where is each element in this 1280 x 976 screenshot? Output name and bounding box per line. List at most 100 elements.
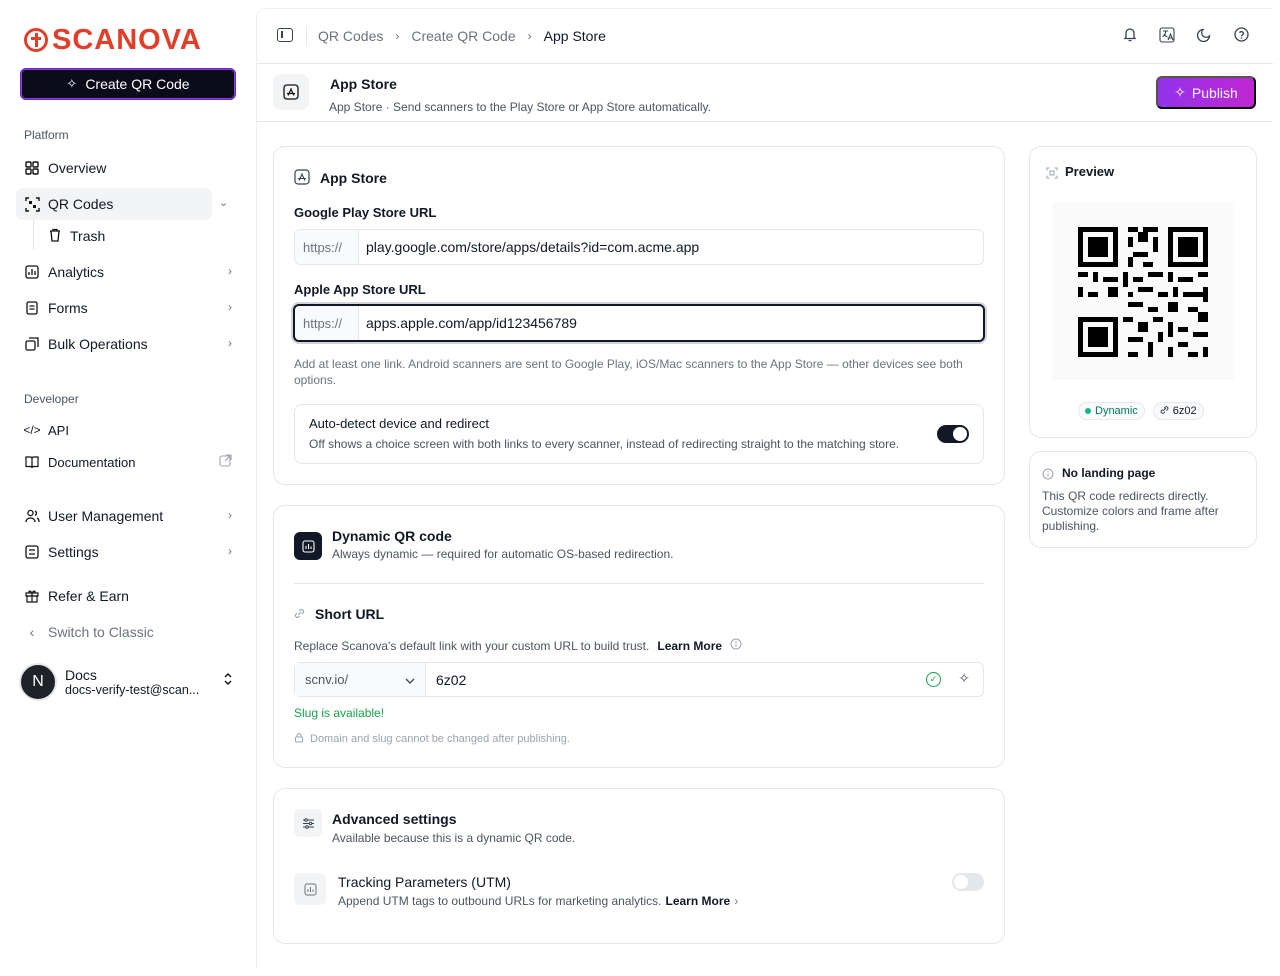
divider [294, 583, 984, 584]
publish-button[interactable]: ✧ Publish [1156, 76, 1256, 109]
sidebar-item-label: Overview [48, 160, 107, 176]
dynamic-badge: Dynamic [1078, 402, 1145, 420]
chevron-right-icon: › [527, 29, 532, 43]
link-icon [1160, 405, 1169, 418]
learn-more-link[interactable]: Learn More [666, 894, 731, 908]
main-content: QR Codes › Create QR Code › App Store Ap… [256, 8, 1273, 969]
sidebar-item-user-management[interactable]: User Management › [16, 500, 240, 532]
short-url-desc-row: Replace Scanova's default link with your… [294, 638, 742, 653]
slug-badge-label: 6z02 [1172, 405, 1197, 417]
switch-to-classic-link[interactable]: ‹ Switch to Classic [16, 616, 240, 648]
google-play-url-input[interactable]: play.google.com/store/apps/details?id=co… [359, 239, 699, 255]
lock-note: Domain and slug cannot be changed after … [310, 733, 570, 745]
slug-value: 6z02 [436, 671, 467, 688]
info-icon [1042, 467, 1054, 483]
qr-chart-icon [294, 532, 322, 560]
auto-detect-toggle[interactable] [937, 425, 969, 443]
user-menu[interactable]: N Docs docs-verify-test@scan... [19, 662, 241, 702]
chevron-right-icon: › [228, 508, 232, 522]
sidebar-item-bulk-operations[interactable]: Bulk Operations › [16, 328, 240, 360]
info-icon[interactable] [730, 638, 742, 653]
help-text: Add at least one link. Android scanners … [294, 357, 963, 387]
platform-label: Platform [24, 128, 69, 142]
page-title: App Store [330, 76, 397, 92]
utm-title: Tracking Parameters (UTM) [338, 874, 511, 890]
create-qr-label: Create QR Code [85, 76, 190, 92]
breadcrumb-current: App Store [543, 28, 606, 44]
sidebar-item-qr-codes[interactable]: QR Codes [16, 188, 212, 220]
chart-icon [294, 873, 326, 905]
status-dot-icon [1085, 408, 1091, 414]
top-bar: QR Codes › Create QR Code › App Store [257, 9, 1273, 64]
sidebar: SCANOVA ✧ Create QR Code Platform Overvi… [0, 0, 256, 976]
apple-store-url-input[interactable]: apps.apple.com/app/id123456789 [359, 315, 577, 331]
google-play-label: Google Play Store URL [294, 205, 437, 220]
brand-logo[interactable]: SCANOVA [24, 24, 202, 56]
check-circle-icon: ✓ [926, 672, 941, 687]
card-title: Advanced settings [332, 811, 457, 827]
moon-icon[interactable] [1196, 27, 1212, 47]
sidebar-toggle-icon[interactable] [277, 28, 293, 42]
sidebar-item-refer-earn[interactable]: Refer & Earn [16, 580, 240, 612]
app-store-card: App Store Google Play Store URL https://… [273, 146, 1005, 485]
breadcrumb-qr-codes[interactable]: QR Codes [318, 28, 383, 44]
sidebar-item-label: API [48, 422, 69, 438]
sidebar-item-label: QR Codes [48, 196, 114, 212]
utm-toggle[interactable] [952, 873, 984, 891]
slug-status: Slug is available! [294, 706, 385, 720]
sub-nav-line [33, 220, 34, 250]
trash-icon [48, 228, 62, 245]
dynamic-badge-label: Dynamic [1095, 405, 1138, 417]
utm-desc: Append UTM tags to outbound URLs for mar… [338, 894, 662, 908]
sidebar-item-api[interactable]: </> API [16, 414, 240, 446]
bell-icon[interactable] [1123, 27, 1137, 47]
divider [306, 26, 307, 46]
domain-select[interactable]: scnv.io/ [295, 663, 426, 696]
chevron-down-icon [405, 672, 415, 687]
chevron-down-icon[interactable]: ⌄ [219, 196, 228, 209]
url-prefix: https:// [295, 306, 359, 340]
sparkle-icon: ✧ [66, 76, 78, 91]
layers-icon [24, 336, 40, 352]
learn-more-link[interactable]: Learn More [657, 639, 722, 653]
google-play-url-field[interactable]: https:// play.google.com/store/apps/deta… [294, 229, 984, 265]
chevron-right-icon: › [734, 894, 739, 908]
user-email: docs-verify-test@scan... [65, 683, 200, 697]
language-icon[interactable] [1159, 27, 1175, 47]
lock-note-row: Domain and slug cannot be changed after … [294, 732, 570, 746]
sparkle-icon[interactable]: ✧ [958, 670, 970, 687]
chevron-right-icon: › [228, 544, 232, 558]
sparkle-icon: ✧ [1174, 84, 1186, 100]
utm-desc-row: Append UTM tags to outbound URLs for mar… [338, 894, 738, 908]
preview-title: Preview [1065, 164, 1115, 179]
card-subtitle: Always dynamic — required for automatic … [332, 547, 674, 561]
users-icon [24, 508, 40, 524]
sidebar-item-trash[interactable]: Trash [48, 222, 105, 250]
page-header: App Store App Store · Send scanners to t… [257, 65, 1273, 122]
domain-value: scnv.io/ [305, 672, 349, 687]
slug-input[interactable]: 6z02 ✓ ✧ [426, 663, 983, 696]
short-url-desc: Replace Scanova's default link with your… [294, 638, 650, 653]
lock-icon [294, 732, 304, 746]
chevron-left-icon: ‹ [29, 624, 35, 640]
auto-detect-desc: Off shows a choice screen with both link… [309, 437, 900, 451]
help-icon[interactable] [1234, 27, 1249, 47]
sidebar-item-label: Settings [48, 544, 99, 560]
breadcrumb-create-qr-code[interactable]: Create QR Code [411, 28, 515, 44]
sidebar-item-documentation[interactable]: Documentation [16, 446, 240, 478]
sidebar-item-forms[interactable]: Forms › [16, 292, 240, 324]
advanced-settings-card: Advanced settings Available because this… [273, 788, 1005, 944]
sidebar-item-overview[interactable]: Overview [16, 152, 240, 184]
form-icon [24, 300, 40, 316]
chevron-right-icon: › [395, 29, 400, 43]
sidebar-item-label: Documentation [48, 454, 136, 470]
sidebar-item-analytics[interactable]: Analytics › [16, 256, 240, 288]
apple-store-url-field[interactable]: https:// apps.apple.com/app/id123456789 [293, 304, 985, 342]
external-link-icon [219, 454, 232, 470]
create-qr-button[interactable]: ✧ Create QR Code [20, 68, 236, 100]
sidebar-item-settings[interactable]: Settings › [16, 536, 240, 568]
link-icon [294, 607, 305, 623]
chevron-right-icon: › [228, 336, 232, 350]
sidebar-item-label: Refer & Earn [48, 588, 129, 604]
book-icon [24, 454, 40, 470]
